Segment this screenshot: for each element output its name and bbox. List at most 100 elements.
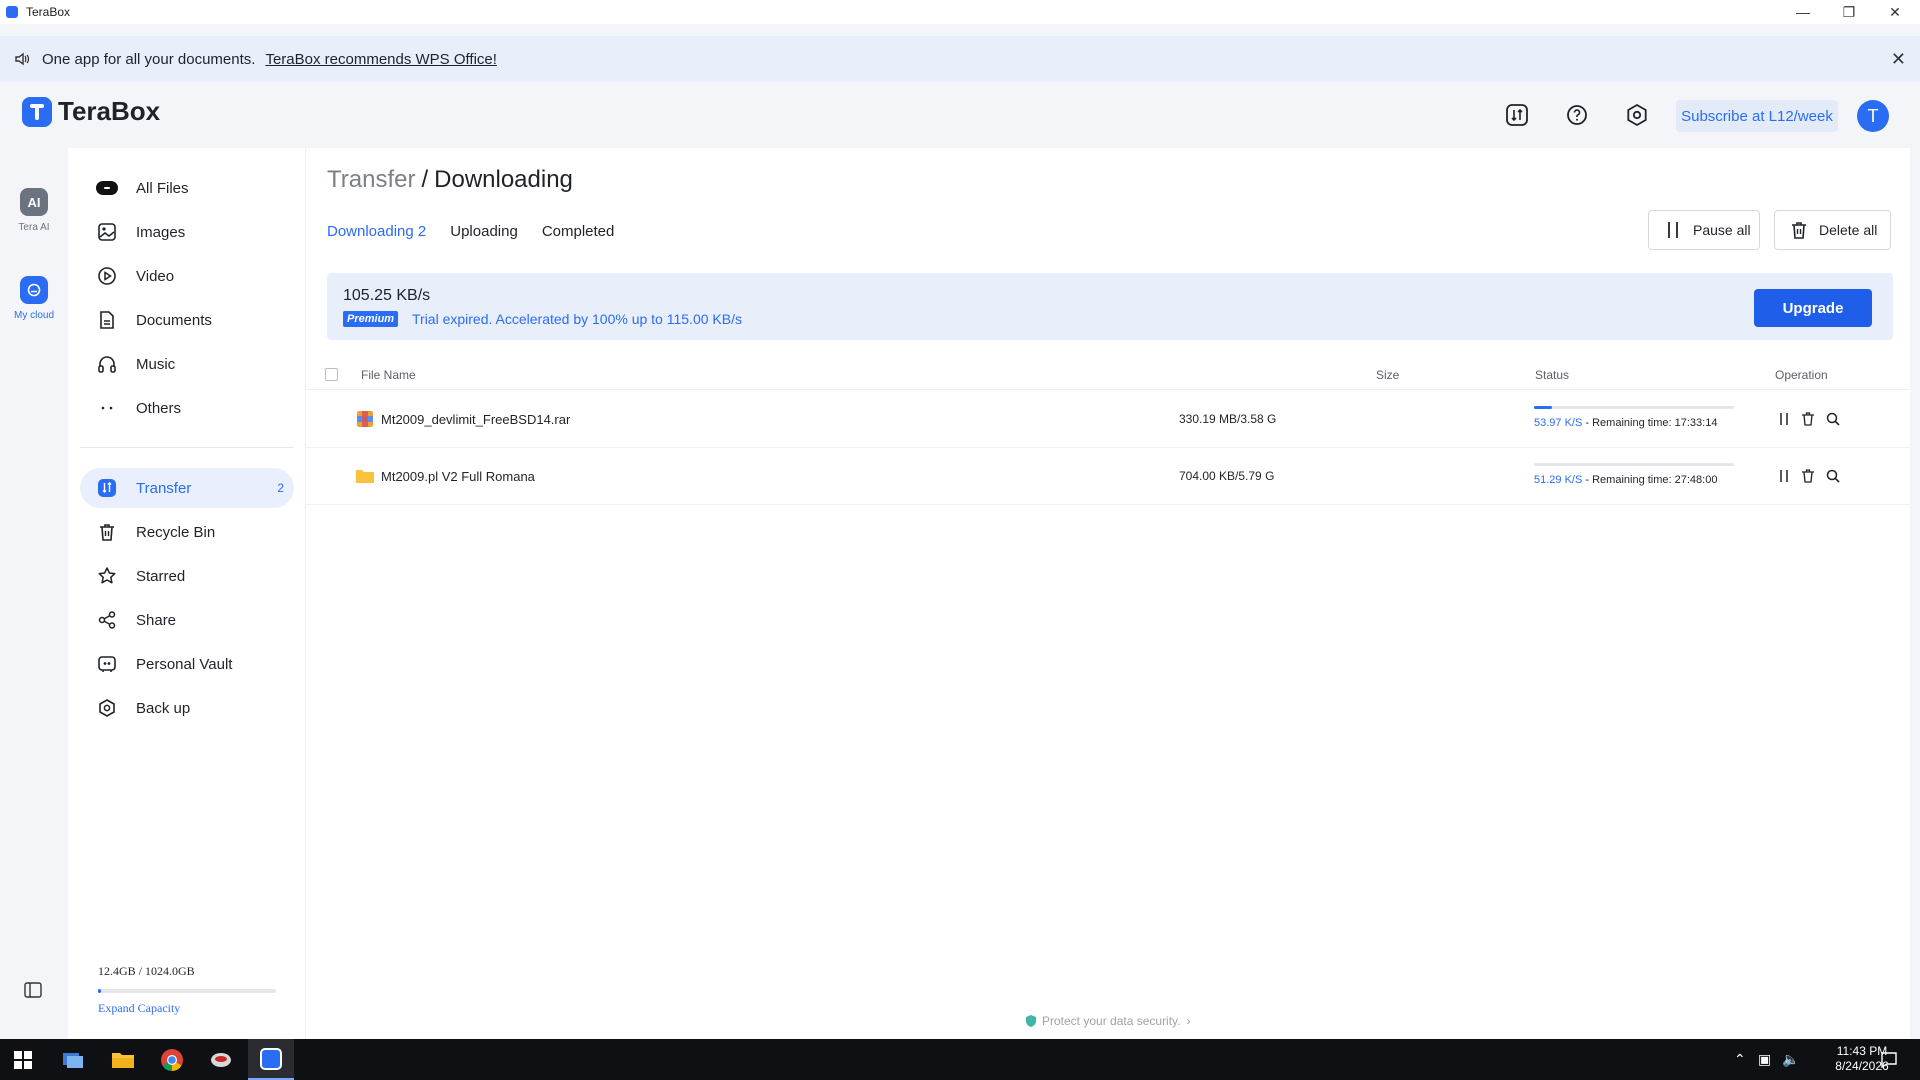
chevron-up-icon[interactable]: ⌃: [1734, 1051, 1746, 1068]
sidebar-item-images[interactable]: Images: [80, 212, 294, 252]
transfer-icon[interactable]: [1504, 102, 1530, 128]
sidebar-item-label: Documents: [136, 311, 212, 329]
video-icon: [96, 265, 118, 287]
volume-icon[interactable]: 🔈: [1782, 1051, 1799, 1068]
pause-all-label: Pause all: [1693, 222, 1751, 238]
pause-icon[interactable]: [1776, 468, 1792, 484]
rail-my-cloud-label: My cloud: [13, 310, 54, 321]
trash-icon[interactable]: [1800, 468, 1816, 484]
sidebar-item-label: Video: [136, 267, 175, 285]
sidebar-item-label: Back up: [136, 699, 191, 717]
taskbar: ⌃ ▣ 🔈 11:43 PM 8/24/2026: [0, 1039, 1920, 1080]
app-icon[interactable]: [206, 1045, 236, 1075]
breadcrumb-separator: /: [421, 166, 429, 193]
sidebar-item-all-files[interactable]: All Files: [80, 168, 294, 208]
breadcrumb-parent[interactable]: Transfer: [327, 166, 415, 193]
minimize-button[interactable]: —: [1780, 0, 1826, 24]
sidebar-item-label: All Files: [136, 179, 189, 197]
sidebar-item-share[interactable]: Share: [80, 600, 294, 640]
collapse-sidebar-icon[interactable]: [24, 982, 42, 998]
storage-progress-bar: [98, 989, 276, 993]
table-row[interactable]: Mt2009.pl V2 Full Romana 704.00 KB/5.79 …: [306, 448, 1910, 505]
window-title: TeraBox: [26, 5, 71, 19]
settings-icon[interactable]: [1624, 102, 1650, 128]
sidebar-item-personal-vault[interactable]: Personal Vault: [80, 644, 294, 684]
close-window-button[interactable]: ✕: [1872, 0, 1918, 24]
tab-downloading[interactable]: Downloading 2: [327, 223, 426, 240]
sidebar-item-documents[interactable]: Documents: [80, 300, 294, 340]
restore-button[interactable]: ❐: [1826, 0, 1872, 24]
vault-icon: [96, 653, 118, 675]
terabox-app-icon: [6, 6, 18, 18]
tab-completed[interactable]: Completed: [542, 223, 615, 240]
sidebar-item-label: Music: [136, 355, 176, 373]
subscribe-button[interactable]: Subscribe at L12/week: [1676, 100, 1838, 132]
acceleration-note: Trial expired. Accelerated by 100% up to…: [412, 311, 742, 327]
sidebar-item-starred[interactable]: Starred: [80, 556, 294, 596]
delete-all-button[interactable]: Delete all: [1774, 210, 1891, 250]
pause-icon[interactable]: [1776, 411, 1792, 427]
rail-tera-ai[interactable]: AI Tera AI: [8, 188, 60, 233]
remaining-time: - Remaining time: 17:33:14: [1582, 417, 1718, 429]
folder-icon: [356, 470, 374, 483]
logo-text: TeraBox: [58, 96, 161, 126]
transfer-tabs: Downloading 2 Uploading Completed: [327, 223, 638, 240]
cloud-icon: [20, 276, 48, 304]
windows-start-icon[interactable]: [8, 1045, 38, 1075]
remaining-time: - Remaining time: 27:48:00: [1582, 474, 1718, 486]
download-status: 53.97 K/S - Remaining time: 17:33:14: [1534, 417, 1717, 429]
network-icon[interactable]: ▣: [1758, 1051, 1771, 1068]
column-header-size[interactable]: Size: [1376, 368, 1399, 382]
recycle-bin-icon: [96, 521, 118, 543]
terabox-taskbar-button[interactable]: [248, 1039, 294, 1080]
banner-link[interactable]: TeraBox recommends WPS Office!: [265, 51, 496, 68]
column-header-name[interactable]: File Name: [361, 368, 416, 382]
terabox-logo[interactable]: TeraBox: [22, 96, 160, 127]
upgrade-button[interactable]: Upgrade: [1754, 289, 1872, 327]
sidebar: All Files Images Video Documents Music O…: [68, 148, 306, 1039]
tab-uploading[interactable]: Uploading: [450, 223, 518, 240]
title-bar: TeraBox — ❐ ✕: [0, 0, 1920, 24]
banner-close-icon[interactable]: ✕: [1891, 49, 1906, 70]
help-icon[interactable]: [1564, 102, 1590, 128]
file-name: Mt2009_devlimit_FreeBSD14.rar: [381, 412, 571, 427]
sidebar-item-music[interactable]: Music: [80, 344, 294, 384]
download-progress-fill: [1534, 406, 1552, 409]
sidebar-item-label: Share: [136, 611, 177, 629]
sidebar-item-back-up[interactable]: Back up: [80, 688, 294, 728]
trash-icon[interactable]: [1800, 411, 1816, 427]
chrome-icon[interactable]: [157, 1045, 187, 1075]
app-header: TeraBox Subscribe at L12/week T: [0, 82, 1920, 148]
select-all-checkbox[interactable]: [325, 368, 338, 381]
speed-panel: 105.25 KB/s Premium Trial expired. Accel…: [327, 273, 1893, 340]
download-progress-bar: [1534, 463, 1734, 466]
expand-capacity-link[interactable]: Expand Capacity: [98, 1001, 180, 1016]
notification-icon[interactable]: [1880, 1051, 1898, 1069]
share-icon: [96, 609, 118, 631]
trash-icon: [1792, 222, 1806, 239]
file-name: Mt2009.pl V2 Full Romana: [381, 469, 535, 484]
sidebar-item-others[interactable]: Others: [80, 388, 294, 428]
download-rate: 53.97 K/S: [1534, 417, 1583, 429]
storage-usage-text: 12.4GB / 1024.0GB: [98, 964, 195, 978]
sidebar-item-transfer[interactable]: Transfer 2: [80, 468, 294, 508]
file-explorer-icon[interactable]: [108, 1045, 138, 1075]
chevron-right-icon: ›: [1186, 1014, 1191, 1028]
sidebar-item-video[interactable]: Video: [80, 256, 294, 296]
pause-all-button[interactable]: Pause all: [1648, 210, 1760, 250]
music-icon: [96, 353, 118, 375]
all-files-icon: [96, 177, 118, 199]
search-icon[interactable]: [1825, 468, 1841, 484]
notice-banner: One app for all your documents. TeraBox …: [0, 36, 1920, 82]
backup-icon: [96, 697, 118, 719]
terabox-logo-icon: [22, 96, 52, 127]
sidebar-item-recycle-bin[interactable]: Recycle Bin: [80, 512, 294, 552]
search-icon[interactable]: [1825, 411, 1841, 427]
rail-my-cloud[interactable]: My cloud: [8, 276, 60, 321]
task-view-icon[interactable]: [58, 1045, 88, 1075]
avatar[interactable]: T: [1857, 100, 1889, 132]
sidebar-item-label: Transfer: [136, 479, 192, 497]
data-security-link[interactable]: Protect your data security. ›: [1024, 1014, 1191, 1028]
pause-icon: [1668, 222, 1678, 238]
table-row[interactable]: Mt2009_devlimit_FreeBSD14.rar 330.19 MB/…: [306, 391, 1910, 448]
